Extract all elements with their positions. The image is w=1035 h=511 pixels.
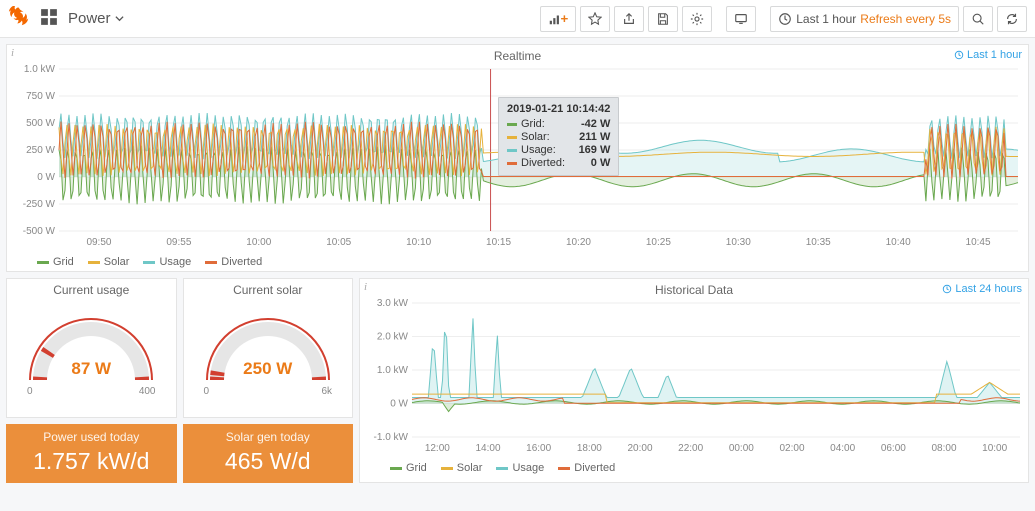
info-icon[interactable]: i bbox=[364, 281, 367, 293]
panel-title: Historical Data bbox=[360, 279, 1028, 297]
gauge-max: 6k bbox=[321, 386, 332, 397]
legend-item[interactable]: Solar bbox=[88, 256, 130, 268]
svg-text:16:00: 16:00 bbox=[526, 443, 551, 454]
zoom-out-button[interactable] bbox=[963, 6, 993, 32]
svg-text:-250 W: -250 W bbox=[23, 199, 56, 210]
chevron-down-icon bbox=[115, 14, 124, 23]
legend-item[interactable]: Grid bbox=[390, 462, 427, 474]
svg-text:10:45: 10:45 bbox=[966, 237, 991, 248]
svg-text:1.0 kW: 1.0 kW bbox=[377, 365, 409, 376]
chart-tooltip: 2019-01-21 10:14:42 Grid:-42 WSolar:211 … bbox=[498, 97, 619, 176]
svg-text:10:00: 10:00 bbox=[982, 443, 1007, 454]
svg-text:00:00: 00:00 bbox=[729, 443, 754, 454]
stat-title: Power used today bbox=[6, 430, 177, 444]
realtime-legend: Grid Solar Usage Diverted bbox=[7, 252, 1028, 272]
current-usage-panel: Current usage 87 W 0 400 bbox=[6, 278, 177, 418]
realtime-panel: i Realtime Last 1 hour -500 W -250 W 0 W 25… bbox=[6, 44, 1029, 272]
svg-text:3.0 kW: 3.0 kW bbox=[377, 298, 409, 309]
timerange-button[interactable]: Last 1 hour Refresh every 5s bbox=[770, 6, 959, 32]
add-panel-button[interactable]: + bbox=[540, 6, 576, 32]
svg-text:0 W: 0 W bbox=[390, 399, 408, 410]
tooltip-timestamp: 2019-01-21 10:14:42 bbox=[507, 103, 610, 115]
legend-item[interactable]: Solar bbox=[441, 462, 483, 474]
gauge-solar bbox=[193, 300, 343, 395]
legend-item[interactable]: Grid bbox=[37, 256, 74, 268]
current-solar-panel: Current solar 250 W 0 6k bbox=[183, 278, 354, 418]
grafana-logo-icon[interactable] bbox=[8, 6, 30, 31]
tv-mode-button[interactable] bbox=[726, 6, 756, 32]
save-button[interactable] bbox=[648, 6, 678, 32]
timerange-label: Last 1 hour bbox=[796, 12, 856, 26]
svg-text:250 W: 250 W bbox=[26, 145, 55, 156]
svg-text:10:40: 10:40 bbox=[886, 237, 911, 248]
gauge-usage bbox=[16, 300, 166, 395]
historical-chart[interactable]: -1.0 kW 0 W 1.0 kW 2.0 kW 3.0 kW 12:00 14:00 16… bbox=[360, 297, 1028, 458]
svg-text:10:20: 10:20 bbox=[566, 237, 591, 248]
gauge-max: 400 bbox=[139, 386, 156, 397]
svg-text:10:25: 10:25 bbox=[646, 237, 671, 248]
svg-text:0 W: 0 W bbox=[37, 172, 55, 183]
svg-text:10:30: 10:30 bbox=[726, 237, 751, 248]
stat-value: 1.757 kW/d bbox=[6, 448, 177, 475]
legend-item[interactable]: Usage bbox=[143, 256, 191, 268]
svg-text:500 W: 500 W bbox=[26, 118, 55, 129]
svg-text:10:05: 10:05 bbox=[326, 237, 351, 248]
svg-text:06:00: 06:00 bbox=[881, 443, 906, 454]
panel-title: Realtime bbox=[7, 45, 1028, 63]
svg-text:-500 W: -500 W bbox=[23, 226, 56, 237]
legend-item[interactable]: Usage bbox=[496, 462, 544, 474]
share-button[interactable] bbox=[614, 6, 644, 32]
svg-text:10:35: 10:35 bbox=[806, 237, 831, 248]
stat-title: Solar gen today bbox=[183, 430, 354, 444]
svg-text:14:00: 14:00 bbox=[475, 443, 500, 454]
svg-text:10:00: 10:00 bbox=[246, 237, 271, 248]
svg-text:1.0 kW: 1.0 kW bbox=[24, 64, 56, 75]
toolbar: + Last 1 hour Refresh every 5s bbox=[540, 6, 1027, 32]
refresh-button[interactable] bbox=[997, 6, 1027, 32]
svg-text:-1.0 kW: -1.0 kW bbox=[374, 432, 409, 443]
svg-text:02:00: 02:00 bbox=[779, 443, 804, 454]
topbar: Power + Last 1 hour Refresh every 5s bbox=[0, 0, 1035, 38]
gauge-value: 87 W bbox=[71, 359, 111, 379]
svg-text:10:10: 10:10 bbox=[406, 237, 431, 248]
svg-text:10:15: 10:15 bbox=[486, 237, 511, 248]
settings-button[interactable] bbox=[682, 6, 712, 32]
historical-panel: i Historical Data Last 24 hours -1.0 kW 0… bbox=[359, 278, 1029, 483]
dashboards-icon[interactable] bbox=[40, 8, 58, 29]
refresh-interval-label: Refresh every 5s bbox=[860, 12, 951, 26]
svg-text:09:55: 09:55 bbox=[166, 237, 191, 248]
power-used-today-panel: Power used today 1.757 kW/d bbox=[6, 424, 177, 483]
historical-legend: Grid Solar Usage Diverted bbox=[360, 458, 1028, 478]
svg-text:20:00: 20:00 bbox=[627, 443, 652, 454]
svg-text:750 W: 750 W bbox=[26, 91, 55, 102]
panel-title: Current usage bbox=[7, 279, 176, 297]
clock-icon bbox=[778, 12, 792, 26]
svg-text:08:00: 08:00 bbox=[931, 443, 956, 454]
gauge-min: 0 bbox=[27, 386, 33, 397]
star-button[interactable] bbox=[580, 6, 610, 32]
svg-text:18:00: 18:00 bbox=[577, 443, 602, 454]
gauge-value: 250 W bbox=[243, 359, 292, 379]
dashboard-title-dropdown[interactable]: Power bbox=[68, 10, 124, 27]
legend-item[interactable]: Diverted bbox=[558, 462, 615, 474]
panel-title: Current solar bbox=[184, 279, 353, 297]
dashboard-title: Power bbox=[68, 10, 111, 27]
gauge-min: 0 bbox=[204, 386, 210, 397]
svg-text:22:00: 22:00 bbox=[678, 443, 703, 454]
panel-timerange[interactable]: Last 24 hours bbox=[942, 283, 1022, 295]
solar-gen-today-panel: Solar gen today 465 W/d bbox=[183, 424, 354, 483]
svg-text:2.0 kW: 2.0 kW bbox=[377, 332, 409, 343]
info-icon[interactable]: i bbox=[11, 47, 14, 59]
svg-text:04:00: 04:00 bbox=[830, 443, 855, 454]
panel-timerange[interactable]: Last 1 hour bbox=[954, 49, 1022, 61]
stat-value: 465 W/d bbox=[183, 448, 354, 475]
svg-text:12:00: 12:00 bbox=[425, 443, 450, 454]
legend-item[interactable]: Diverted bbox=[205, 256, 262, 268]
svg-text:09:50: 09:50 bbox=[86, 237, 111, 248]
realtime-chart[interactable]: -500 W -250 W 0 W 250 W 500 W 750 W 1.0 kW 09:5… bbox=[7, 63, 1028, 252]
